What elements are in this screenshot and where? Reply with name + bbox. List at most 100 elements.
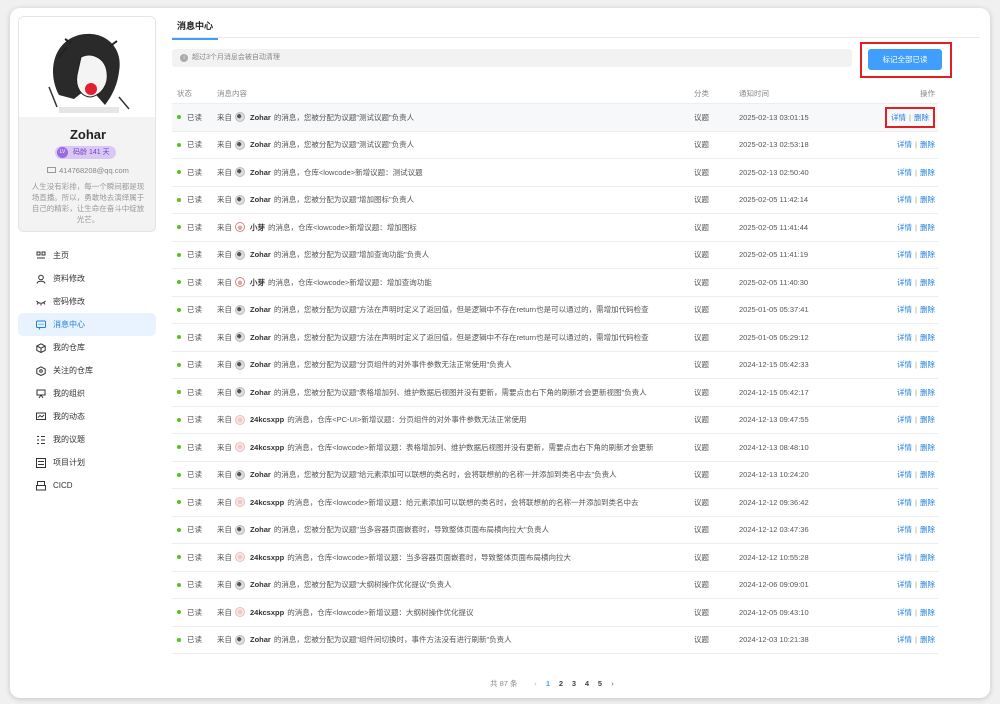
detail-link[interactable]: 详情 (897, 443, 912, 452)
detail-link[interactable]: 详情 (897, 415, 912, 424)
table-row[interactable]: 已读 来自 Zohar 的消息，您被分配为议题"方法在声明时定义了返回值，但是逻… (172, 324, 938, 352)
delete-link[interactable]: 删除 (920, 498, 935, 507)
table-row[interactable]: 已读 来自 Zohar 的消息，您被分配为议题"方法在声明时定义了返回值，但是逻… (172, 297, 938, 324)
table-row[interactable]: 已读 来自 Zohar 的消息，您被分配为议题"测试议题"负责人 议题 2025… (172, 104, 938, 132)
detail-link[interactable]: 详情 (897, 305, 912, 314)
read-status-dot-icon (177, 280, 181, 285)
sidebar-item-star-repo[interactable]: 关注的仓库 (18, 359, 156, 382)
time-cell: 2024-12-12 09:36:42 (739, 497, 809, 507)
detail-link[interactable]: 详情 (897, 580, 912, 589)
sidebar-item-activity[interactable]: 我的动态 (18, 405, 156, 428)
sidebar-item-message[interactable]: 消息中心 (18, 313, 156, 336)
delete-link[interactable]: 删除 (920, 168, 935, 177)
detail-link[interactable]: 详情 (897, 498, 912, 507)
table-row[interactable]: 已读 来自 24kcsxpp 的消息，仓库<lowcode>新增议题：当多容器页… (172, 544, 938, 572)
detail-link[interactable]: 详情 (897, 553, 912, 562)
detail-link[interactable]: 详情 (897, 333, 912, 342)
from-label: 来自 (217, 305, 232, 315)
ops-cell: 详情 | 删除 (869, 106, 938, 128)
ops-group: 详情 | 删除 (897, 168, 935, 177)
table-row[interactable]: 已读 来自 小芽 的消息，仓库<lowcode>新增议题：增加查询功能 议题 2… (172, 269, 938, 297)
next-page-button[interactable]: › (607, 679, 619, 688)
delete-link[interactable]: 删除 (920, 525, 935, 534)
sender-name: 24kcsxpp (250, 442, 285, 452)
table-row[interactable]: 已读 来自 Zohar 的消息，您被分配为议题"组件间切换时，事件方法没有进行刷… (172, 627, 938, 654)
delete-link[interactable]: 删除 (914, 113, 929, 122)
table-row[interactable]: 已读 来自 24kcsxpp 的消息，仓库<PC-UI>新增议题：分页组件的对外… (172, 407, 938, 434)
delete-link[interactable]: 删除 (920, 553, 935, 562)
table-row[interactable]: 已读 来自 24kcsxpp 的消息，仓库<lowcode>新增议题：表格增加列… (172, 434, 938, 462)
detail-link[interactable]: 详情 (897, 608, 912, 617)
home-icon (36, 251, 46, 261)
table-row[interactable]: 已读 来自 Zohar 的消息，您被分配为议题"表格增加列、维护数据后视图并没有… (172, 379, 938, 407)
sidebar-item-user[interactable]: 资料修改 (18, 267, 156, 290)
detail-link[interactable]: 详情 (897, 195, 912, 204)
delete-link[interactable]: 删除 (920, 140, 935, 149)
detail-link[interactable]: 详情 (897, 168, 912, 177)
detail-link[interactable]: 详情 (897, 140, 912, 149)
profile-avatar[interactable] (19, 17, 155, 117)
table-row[interactable]: 已读 来自 Zohar 的消息，您被分配为议题"分页组件的对外事件参数无法正常使… (172, 352, 938, 379)
content-cell: 来自 小芽 的消息，仓库<lowcode>新增议题：增加查询功能 (217, 277, 694, 288)
table-row[interactable]: 已读 来自 Zohar 的消息，您被分配为议题"大纲树操作优化提议"负责人 议题… (172, 572, 938, 599)
time-cell: 2024-12-13 10:24:20 (739, 470, 809, 480)
page-2-button[interactable]: 2 (555, 679, 568, 688)
prev-page-button[interactable]: ‹ (530, 679, 542, 688)
delete-link[interactable]: 删除 (920, 415, 935, 424)
detail-link[interactable]: 详情 (897, 525, 912, 534)
table-row[interactable]: 已读 来自 Zohar 的消息，仓库<lowcode>新增议题：测试议题 议题 … (172, 159, 938, 187)
sidebar-item-repo[interactable]: 我的仓库 (18, 336, 156, 359)
type-cell: 议题 (694, 250, 709, 260)
message-text: 的消息，您被分配为议题"测试议题"负责人 (273, 140, 415, 150)
page-5-button[interactable]: 5 (594, 679, 607, 688)
delete-link[interactable]: 删除 (920, 333, 935, 342)
page-4-button[interactable]: 4 (581, 679, 594, 688)
delete-link[interactable]: 删除 (920, 250, 935, 259)
delete-link[interactable]: 删除 (920, 635, 935, 644)
sidebar-item-cicd[interactable]: CICD (18, 474, 156, 497)
sidebar-item-issue[interactable]: 我的议题 (18, 428, 156, 451)
sidebar-item-org[interactable]: 我的组织 (18, 382, 156, 405)
sidebar-item-eye[interactable]: 密码修改 (18, 290, 156, 313)
table-row[interactable]: 已读 来自 Zohar 的消息，您被分配为议题"当多容器页面嵌套时，导致整体页面… (172, 517, 938, 544)
delete-link[interactable]: 删除 (920, 388, 935, 397)
table-row[interactable]: 已读 来自 24kcsxpp 的消息，仓库<lowcode>新增议题：大纲树操作… (172, 599, 938, 627)
delete-link[interactable]: 删除 (920, 278, 935, 287)
delete-link[interactable]: 删除 (920, 443, 935, 452)
delete-link[interactable]: 删除 (920, 608, 935, 617)
table-row[interactable]: 已读 来自 24kcsxpp 的消息，仓库<lowcode>新增议题：给元素添加… (172, 489, 938, 517)
delete-link[interactable]: 删除 (920, 580, 935, 589)
sidebar-item-plan[interactable]: 项目计划 (18, 451, 156, 474)
table-row[interactable]: 已读 来自 Zohar 的消息，您被分配为议题"测试议题"负责人 议题 2025… (172, 132, 938, 159)
delete-link[interactable]: 删除 (920, 195, 935, 204)
sidebar-item-label: 项目计划 (53, 458, 85, 467)
detail-link[interactable]: 详情 (897, 635, 912, 644)
read-status-dot-icon (177, 225, 181, 230)
mark-all-read-button[interactable]: 标记全部已读 (868, 49, 942, 70)
table-row[interactable]: 已读 来自 小芽 的消息，仓库<lowcode>新增议题：增加图标 议题 202… (172, 214, 938, 242)
status-cell: 已读 (172, 222, 217, 233)
table-row[interactable]: 已读 来自 Zohar 的消息，您被分配为议题"增加查询功能"负责人 议题 20… (172, 242, 938, 269)
table-row[interactable]: 已读 来自 Zohar 的消息，您被分配为议题"增加图标"负责人 议题 2025… (172, 187, 938, 214)
detail-link[interactable]: 详情 (897, 470, 912, 479)
delete-link[interactable]: 删除 (920, 470, 935, 479)
delete-link[interactable]: 删除 (920, 223, 935, 232)
detail-link[interactable]: 详情 (897, 223, 912, 232)
ops-separator: | (915, 552, 917, 562)
delete-link[interactable]: 删除 (920, 360, 935, 369)
status-cell: 已读 (172, 414, 217, 425)
page-3-button[interactable]: 3 (568, 679, 581, 688)
page-1-button[interactable]: 1 (542, 679, 555, 688)
detail-link[interactable]: 详情 (897, 388, 912, 397)
detail-link[interactable]: 详情 (897, 278, 912, 287)
detail-link[interactable]: 详情 (897, 250, 912, 259)
sender-avatar (235, 249, 245, 260)
detail-link[interactable]: 详情 (897, 360, 912, 369)
delete-link[interactable]: 删除 (920, 305, 935, 314)
type-cell: 议题 (694, 305, 709, 315)
sidebar-item-home[interactable]: 主页 (18, 244, 156, 267)
table-row[interactable]: 已读 来自 Zohar 的消息，您被分配为议题"给元素添加可以联想的类名时，会将… (172, 462, 938, 489)
content-cell: 来自 Zohar 的消息，您被分配为议题"测试议题"负责人 (217, 112, 694, 123)
time-cell: 2024-12-13 08:48:10 (739, 442, 809, 452)
detail-link[interactable]: 详情 (891, 113, 906, 122)
